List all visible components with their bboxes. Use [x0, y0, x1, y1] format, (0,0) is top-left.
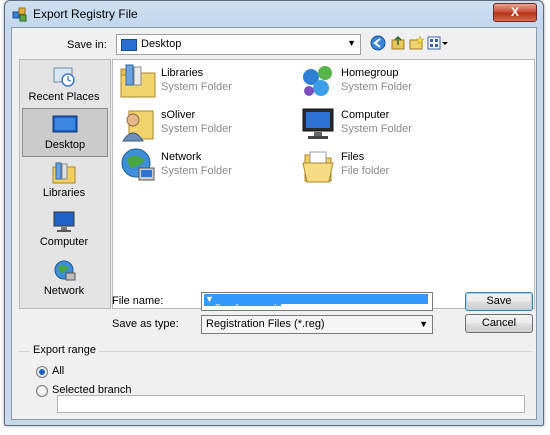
chevron-down-icon: ▼ [347, 38, 356, 48]
save-in-dropdown[interactable]: Desktop ▼ [116, 34, 361, 55]
file-list[interactable]: Libraries System Folder Homegroup System… [112, 59, 535, 309]
title-bar[interactable]: Export Registry File X [5, 1, 543, 27]
item-type: System Folder [161, 165, 232, 177]
radio-all[interactable] [36, 366, 48, 378]
view-menu-icon[interactable] [427, 35, 449, 51]
list-item[interactable]: Network System Folder [119, 147, 289, 187]
item-name: Homegroup [341, 67, 399, 79]
network-icon [121, 148, 155, 181]
dialog-client: Save in: Desktop ▼ Recent Places Desktop… [11, 27, 537, 420]
list-item[interactable]: Homegroup System Folder [299, 63, 469, 103]
item-name: Libraries [161, 67, 204, 79]
desktop-folder-icon [121, 39, 137, 51]
item-type: System Folder [341, 123, 412, 135]
save-in-label: Save in: [67, 39, 107, 51]
save-button[interactable]: Save [465, 292, 533, 311]
file-name-label: File name: [112, 295, 164, 307]
user-icon [122, 110, 154, 142]
list-item[interactable]: sOliver System Folder [119, 105, 289, 145]
regedit-icon [12, 7, 27, 22]
recent-places-icon [53, 67, 75, 87]
item-type: System Folder [341, 81, 412, 93]
list-item[interactable]: Files File folder [299, 147, 469, 187]
places-bar: Recent Places Desktop Libraries Computer… [19, 59, 111, 309]
place-label: Desktop [44, 139, 86, 151]
place-network[interactable]: Network [22, 255, 106, 302]
new-folder-icon[interactable] [408, 35, 424, 51]
item-name: sOliver [161, 109, 196, 121]
save-as-type-dropdown[interactable]: Registration Files (*.reg) ▼ [201, 315, 433, 334]
item-type: System Folder [161, 123, 232, 135]
place-label: Libraries [42, 187, 86, 199]
save-in-value: Desktop [141, 38, 182, 50]
libraries-icon [52, 162, 76, 184]
file-name-input[interactable]: registry-backup ▼ [201, 292, 433, 311]
libraries-icon [120, 64, 156, 98]
place-desktop[interactable]: Desktop [22, 108, 108, 157]
computer-icon [53, 211, 75, 232]
item-type: System Folder [161, 81, 232, 93]
network-icon [54, 260, 76, 281]
close-button[interactable]: X [493, 3, 537, 22]
chevron-down-icon: ▼ [419, 319, 428, 329]
save-as-type-label: Save as type: [112, 318, 179, 330]
close-icon: X [510, 5, 519, 19]
item-name: Files [341, 151, 365, 163]
up-folder-icon[interactable] [390, 35, 406, 51]
place-libraries[interactable]: Libraries [22, 157, 106, 204]
cancel-button[interactable]: Cancel [465, 314, 533, 333]
place-label: Recent Places [28, 91, 100, 103]
export-registry-dialog: Export Registry File X Save in: Desktop … [4, 0, 544, 426]
folder-icon [302, 151, 334, 183]
item-name: Computer [341, 109, 390, 121]
chevron-down-icon[interactable]: ▼ [204, 294, 428, 304]
place-computer[interactable]: Computer [22, 206, 106, 253]
save-as-type-value: Registration Files (*.reg) [206, 318, 325, 330]
homegroup-icon [303, 66, 332, 96]
item-name: Network [161, 151, 202, 163]
window-title: Export Registry File [33, 7, 138, 21]
computer-icon [302, 108, 334, 139]
place-recent-places[interactable]: Recent Places [22, 61, 106, 108]
radio-all-label[interactable]: All [52, 365, 64, 377]
branch-path-input[interactable] [57, 395, 525, 413]
place-label: Network [43, 285, 85, 297]
list-item[interactable]: Libraries System Folder [119, 63, 289, 103]
export-range-title: Export range [30, 344, 99, 356]
desktop-icon [52, 115, 78, 133]
back-icon[interactable] [370, 35, 386, 51]
list-item[interactable]: Computer System Folder [299, 105, 469, 145]
item-type: File folder [341, 165, 390, 177]
radio-selected-branch[interactable] [36, 385, 48, 397]
place-label: Computer [39, 236, 89, 248]
